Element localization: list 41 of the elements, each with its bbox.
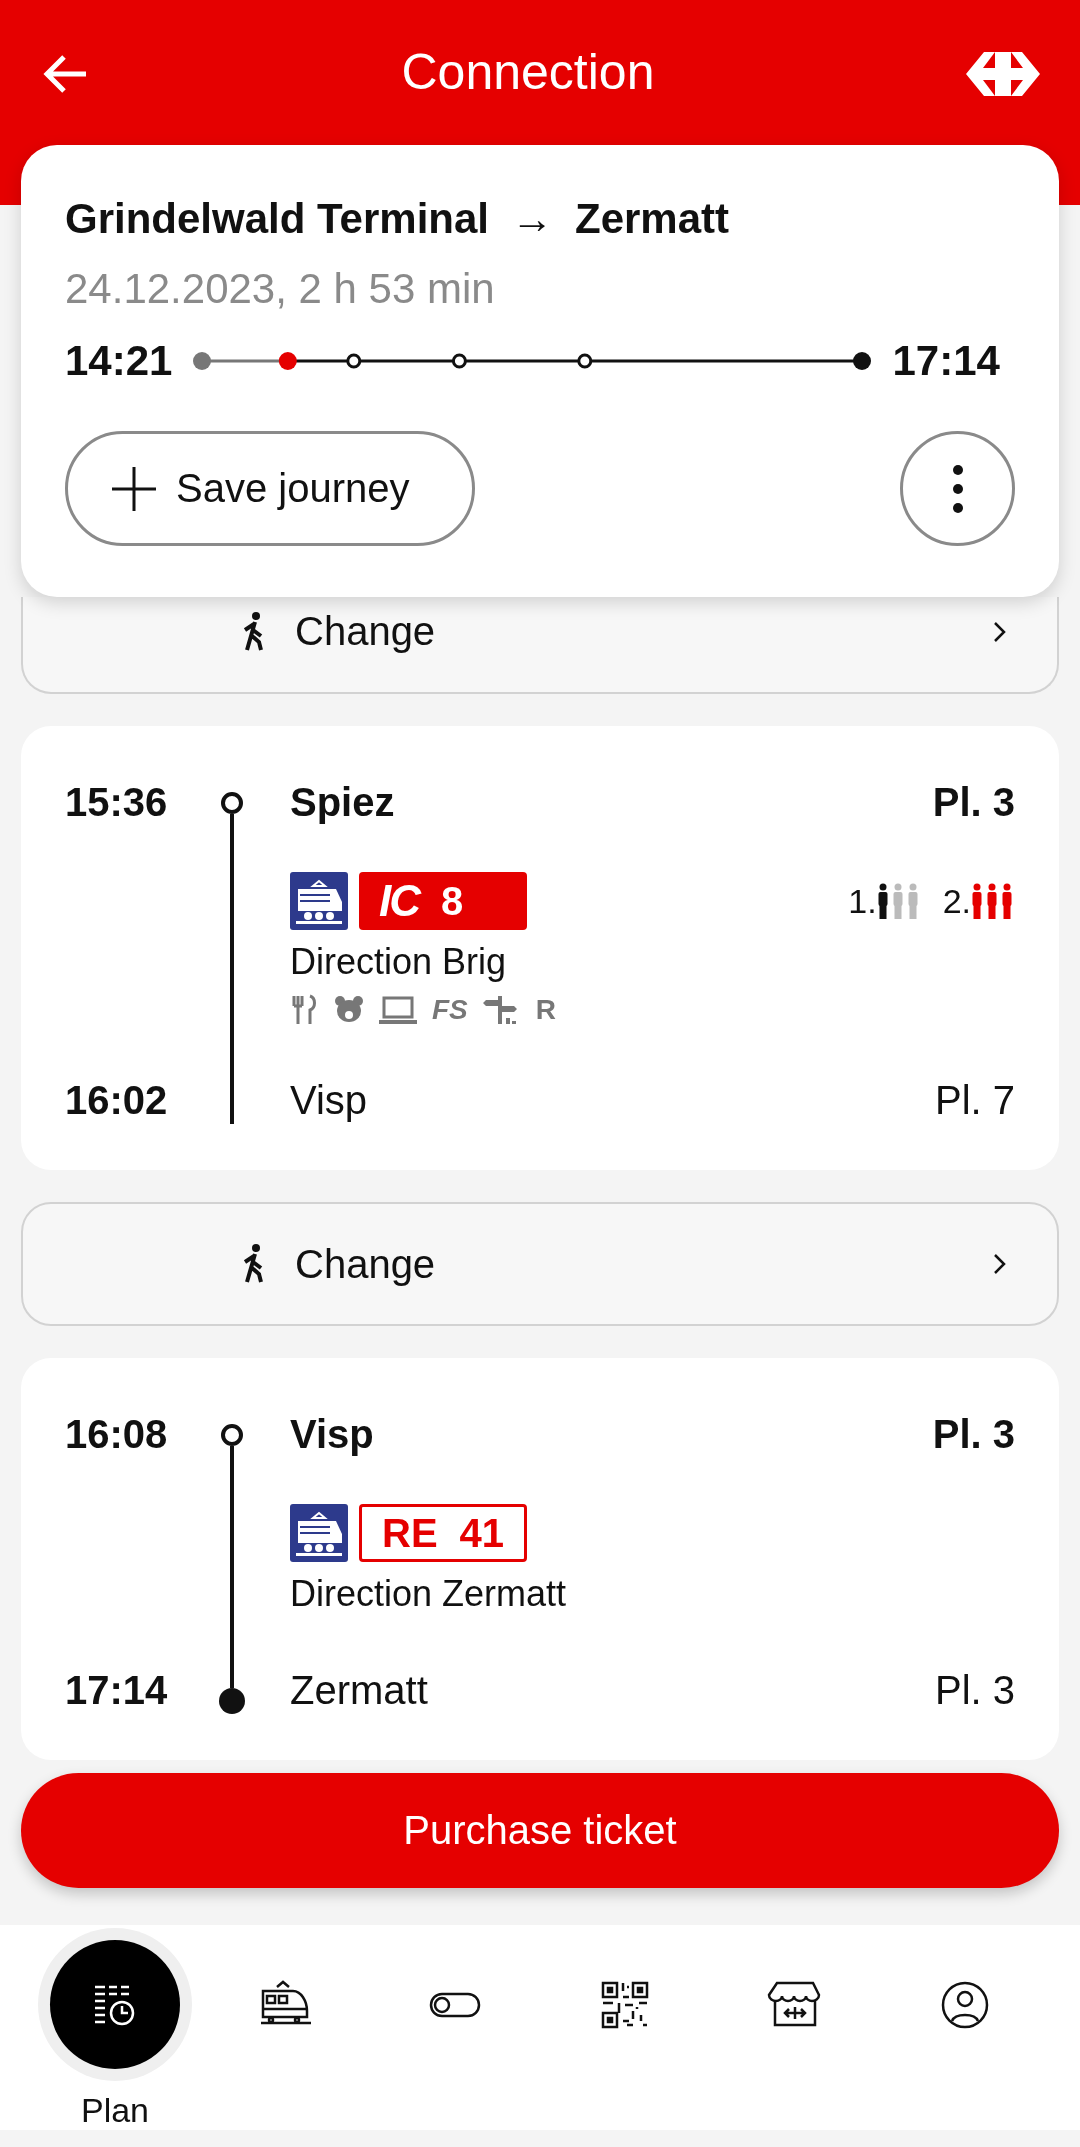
more-icon: [951, 463, 964, 514]
save-journey-button[interactable]: Save journey: [65, 431, 475, 546]
line-badge: IC 8: [359, 872, 527, 930]
departure-time: 16:08: [65, 1411, 169, 1458]
origin-station: Grindelwald Terminal: [65, 195, 489, 243]
departure-time: 14:21: [65, 337, 173, 385]
destination-station: Zermatt: [575, 195, 730, 243]
class-label: 2.: [942, 881, 971, 921]
attribute-label: R: [535, 994, 556, 1026]
departure-station: Visp: [290, 1411, 374, 1458]
page-title: Connection: [401, 43, 655, 102]
logo-icon: [966, 52, 1040, 96]
change-label: Change: [295, 609, 437, 654]
train-pictogram-icon: [290, 872, 348, 930]
plus-icon: [112, 466, 156, 511]
departure-station: Spiez: [290, 779, 395, 826]
arrival-time: 17:14: [892, 337, 1000, 385]
chevron-right-icon: [993, 620, 1007, 643]
arrival-station: Visp: [290, 1077, 368, 1124]
arrival-time: 17:14: [65, 1667, 169, 1714]
chevron-right-icon: [993, 1253, 1007, 1275]
class-label: 1.: [848, 881, 877, 921]
direction-text: Direction Zermatt: [290, 1572, 568, 1616]
purchase-ticket-button[interactable]: Purchase ticket: [21, 1773, 1059, 1888]
line-badge: RE 41: [359, 1504, 527, 1562]
departure-time: 15:36: [65, 779, 169, 826]
change-row[interactable]: Change: [21, 597, 1059, 694]
change-row[interactable]: Change: [21, 1202, 1059, 1326]
change-label: Change: [295, 1241, 437, 1287]
laptop-icon: [378, 994, 418, 1026]
arrival-time: 16:02: [65, 1077, 169, 1124]
date-duration: 24.12.2023, 2 h 53 min: [65, 265, 496, 313]
train-pictogram-icon: [290, 1504, 348, 1562]
departure-platform: Pl. 3: [932, 1411, 1015, 1458]
attribute-label: FS: [432, 994, 468, 1026]
direction-text: Direction Brig: [290, 940, 508, 984]
arrival-station: Zermatt: [290, 1667, 428, 1714]
route-arrow: →: [511, 195, 553, 243]
arrival-platform: Pl. 7: [934, 1077, 1015, 1124]
departure-platform: Pl. 3: [932, 779, 1015, 826]
arrival-platform: Pl. 3: [934, 1667, 1015, 1714]
